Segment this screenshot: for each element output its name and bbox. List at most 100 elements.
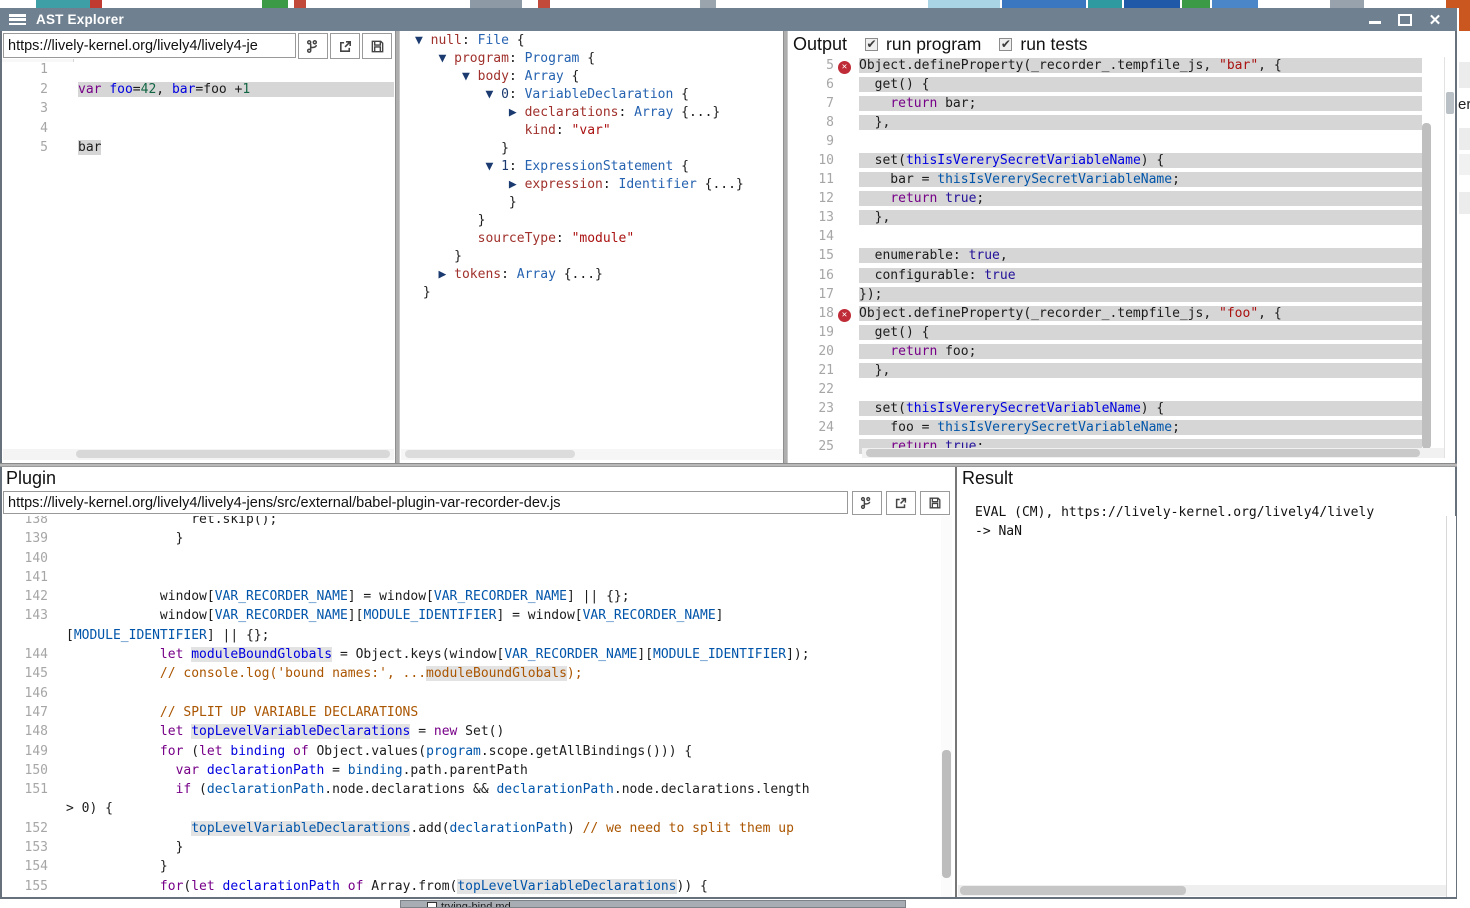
splitter-top-bottom[interactable] (0, 463, 1457, 467)
fork-button[interactable] (298, 33, 328, 59)
result-hscrollbar[interactable] (958, 885, 1447, 896)
code-line: 148 let topLevelVariableDeclarations = n… (2, 724, 940, 743)
line-number: 6 (789, 77, 834, 92)
line-number: 3 (2, 101, 48, 116)
output-vscrollbar[interactable] (1444, 57, 1454, 458)
code-text: bar = thisIsVererySecretVariableName; (859, 172, 1422, 187)
line-number: 13 (789, 210, 834, 225)
code-line: 9 (789, 134, 1422, 153)
plugin-url-input[interactable] (3, 491, 848, 514)
code-text: }); (859, 287, 1422, 302)
plugin-open-external-button[interactable] (886, 491, 916, 515)
badge-spacer (838, 328, 851, 341)
line-number: 7 (789, 96, 834, 111)
plugin-fork-button[interactable] (852, 491, 882, 515)
plugin-save-button[interactable] (920, 491, 950, 515)
plugin-editor[interactable]: 138 ret.skip();139 }140141142 window[VAR… (2, 516, 940, 897)
code-line: 23 set(thisIsVererySecretVariableName) { (789, 401, 1422, 420)
ast-tree[interactable]: ▼ null: File { ▼ program: Program { ▼ bo… (401, 33, 783, 447)
code-text: foo = thisIsVererySecretVariableName; (859, 420, 1422, 435)
menu-icon[interactable] (9, 14, 26, 25)
code-line: 3 (2, 101, 394, 121)
run-tests-checkbox[interactable]: ✔ (999, 38, 1012, 51)
open-external-button[interactable] (330, 33, 360, 59)
taskbar-item[interactable]: trying-bind.md (400, 900, 906, 908)
ast-hscrollbar-thumb[interactable] (405, 450, 575, 458)
code-text: window[VAR_RECORDER_NAME][MODULE_IDENTIF… (66, 608, 723, 623)
line-number: 155 (2, 879, 48, 894)
badge-spacer (838, 213, 851, 226)
desktop-background-shape (1088, 0, 1122, 8)
badge-spacer (838, 232, 851, 245)
taskbar-item-label: trying-bind.md (441, 901, 511, 908)
code-text: } (415, 141, 509, 156)
line-number: 154 (2, 859, 48, 874)
output-hscrollbar-thumb[interactable] (866, 449, 1420, 457)
line-number: 150 (2, 763, 48, 778)
source-editor[interactable]: 12var foo=42, bar=foo +1345bar (2, 62, 394, 448)
code-text: kind: "var" (415, 123, 611, 138)
code-text: return foo; (859, 344, 1422, 359)
desktop-background-shape (1124, 0, 1180, 8)
code-text: } (66, 859, 168, 874)
badge-spacer (838, 175, 851, 188)
plugin-vscrollbar[interactable] (941, 516, 952, 897)
code-line: 4 (2, 121, 394, 141)
splitter-plugin-result[interactable] (955, 467, 957, 897)
source-hscrollbar-thumb[interactable] (76, 450, 390, 458)
line-number: 148 (2, 724, 48, 739)
result-vscrollbar[interactable] (1446, 516, 1456, 897)
save-button[interactable] (362, 33, 392, 59)
code-line: sourceType: "module" (415, 231, 783, 249)
line-number: 153 (2, 840, 48, 855)
code-text: ret.skip(); (66, 516, 277, 527)
output-editor[interactable]: 5✕Object.defineProperty(_recorder_.tempf… (789, 58, 1422, 458)
code-line: ▶ declarations: Array {...} (415, 105, 783, 123)
run-program-label: run program (886, 34, 981, 55)
screen: er AST Explorer ✕ 12var foo=42, bar=foo … (0, 0, 1470, 908)
close-button[interactable]: ✕ (1427, 13, 1443, 27)
plugin-title: Plugin (6, 468, 56, 489)
code-line: 153 } (2, 840, 940, 859)
line-number: 11 (789, 172, 834, 187)
badge-spacer (838, 251, 851, 264)
plugin-vscrollbar-thumb[interactable] (942, 750, 951, 878)
code-line: 14 (789, 229, 1422, 248)
desktop-background-shape (90, 0, 102, 8)
plugin-editor-clip: 138 ret.skip();139 }140141142 window[VAR… (2, 516, 940, 897)
output-inner-vscrollbar-thumb[interactable] (1422, 123, 1431, 449)
code-line: 7 return bar; (789, 96, 1422, 115)
code-line: 144 let moduleBoundGlobals = Object.keys… (2, 647, 940, 666)
open-external-icon (338, 39, 353, 54)
code-line: } (415, 213, 783, 231)
code-text: ▶ declarations: Array {...} (415, 105, 720, 120)
background-window-header (1459, 8, 1470, 31)
desktop-background-shape (1182, 0, 1210, 8)
code-line: 12 return true; (789, 191, 1422, 210)
code-line: 20 return foo; (789, 344, 1422, 363)
ast-hscrollbar[interactable] (401, 449, 783, 460)
output-hscrollbar[interactable] (862, 448, 1444, 458)
source-hscrollbar[interactable] (3, 449, 394, 460)
desktop-background-shape (262, 0, 288, 8)
badge-spacer (838, 137, 851, 150)
result-hscrollbar-thumb[interactable] (960, 886, 1186, 895)
line-number: 1 (2, 62, 48, 77)
source-url-input[interactable] (3, 33, 296, 58)
code-line: ▼ 1: ExpressionStatement { (415, 159, 783, 177)
code-line: 11 bar = thisIsVererySecretVariableName; (789, 172, 1422, 191)
code-line: 150 var declarationPath = binding.path.p… (2, 763, 940, 782)
splitter-source-ast[interactable] (395, 31, 400, 463)
line-number: 15 (789, 248, 834, 263)
maximize-button[interactable] (1397, 13, 1413, 27)
output-vscrollbar-thumb[interactable] (1446, 92, 1454, 114)
code-line: 147 // SPLIT UP VARIABLE DECLARATIONS (2, 705, 940, 724)
code-text: let moduleBoundGlobals = Object.keys(win… (66, 647, 810, 662)
code-line: 151 if (declarationPath.node.declaration… (2, 782, 940, 801)
run-tests-label: run tests (1020, 34, 1087, 55)
code-line: } (415, 249, 783, 267)
code-line: 8 }, (789, 115, 1422, 134)
line-number: 152 (2, 821, 48, 836)
run-program-checkbox[interactable]: ✔ (865, 38, 878, 51)
minimize-button[interactable] (1367, 13, 1383, 27)
